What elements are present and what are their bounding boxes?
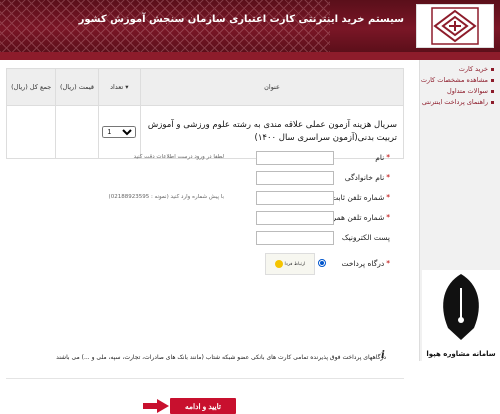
sidebar-item-view-card[interactable]: مشاهده مشخصات کارت	[420, 75, 494, 86]
bullet-icon	[491, 100, 494, 104]
pen-nib-logo-icon	[443, 274, 479, 340]
header-band	[0, 52, 500, 60]
organization-logo	[416, 4, 494, 48]
last-name-row: *نام خانوادگی	[0, 171, 420, 189]
email-input[interactable]	[256, 231, 334, 245]
last-name-label: *نام خانوادگی	[344, 173, 390, 182]
divider	[6, 378, 404, 379]
first-name-hint: لطفا در ورود درست اطلاعات دقت کنید	[133, 154, 224, 160]
watermark: سامانه مشاوره هپوا	[422, 270, 500, 361]
bullet-icon	[491, 67, 494, 71]
buyer-form: *نام لطفا در ورود درست اطلاعات دقت کنید …	[0, 146, 420, 326]
mobile-row: *شماره تلفن همراه	[0, 211, 420, 229]
arrow-right-icon	[143, 399, 169, 413]
quantity-select[interactable]: 1	[102, 126, 137, 138]
bullet-icon	[491, 78, 494, 82]
last-name-input[interactable]	[256, 171, 334, 185]
mobile-input[interactable]	[256, 211, 334, 225]
gateway-radio[interactable]	[318, 259, 326, 267]
header-pattern	[0, 0, 330, 52]
sidebar-item-buy-card[interactable]: خرید کارت	[420, 64, 494, 75]
sidebar-item-faq[interactable]: سوالات متداول	[420, 86, 494, 97]
header-title: عنوان	[140, 68, 404, 106]
table-header-row: عنوان ▾ تعداد قیمت (ریال) جمع کل (ریال)	[5, 68, 404, 106]
watermark-text: سامانه مشاوره هپوا	[426, 350, 496, 358]
sidebar-item-payment-guide[interactable]: راهنمای پرداخت اینترنتی	[420, 97, 494, 108]
payment-gateway-option[interactable]: ارتباط فردا	[265, 253, 326, 275]
first-name-input[interactable]	[256, 151, 334, 165]
gateway-label: *درگاه پرداخت	[341, 259, 390, 268]
gateway-logo: ارتباط فردا	[265, 253, 315, 275]
email-label: پست الکترونیک	[341, 233, 390, 242]
confirm-continue-button[interactable]: تایید و ادامه	[170, 398, 236, 414]
header-qty: ▾ تعداد	[97, 68, 142, 106]
first-name-label: *نام	[375, 153, 390, 162]
gateway-row: *درگاه پرداخت	[0, 257, 420, 275]
header-total: جمع کل (ریال)	[5, 68, 57, 106]
phone-hint: با پیش شماره وارد کنید (نمونه : 02188923…	[108, 194, 224, 200]
mobile-label: *شماره تلفن همراه	[326, 213, 391, 222]
phone-label: *شماره تلفن ثابت	[331, 193, 390, 202]
phone-row: *شماره تلفن ثابت با پیش شماره وارد کنید …	[0, 191, 420, 209]
phone-input[interactable]	[256, 191, 334, 205]
main-content: عنوان ▾ تعداد قیمت (ریال) جمع کل (ریال) …	[0, 60, 420, 414]
site-header: سیستم خرید اینترنتی کارت اعتباری سازمان …	[0, 0, 500, 52]
first-name-row: *نام لطفا در ورود درست اطلاعات دقت کنید	[0, 151, 420, 169]
email-row: پست الکترونیک	[0, 231, 420, 249]
site-title: سیستم خرید اینترنتی کارت اعتباری سازمان …	[78, 14, 404, 25]
gateway-note: درگاههای پرداخت فوق پذیرنده تمامی کارت ه…	[56, 354, 386, 361]
header-price: قیمت (ریال)	[55, 68, 99, 106]
bullet-icon	[491, 89, 494, 93]
